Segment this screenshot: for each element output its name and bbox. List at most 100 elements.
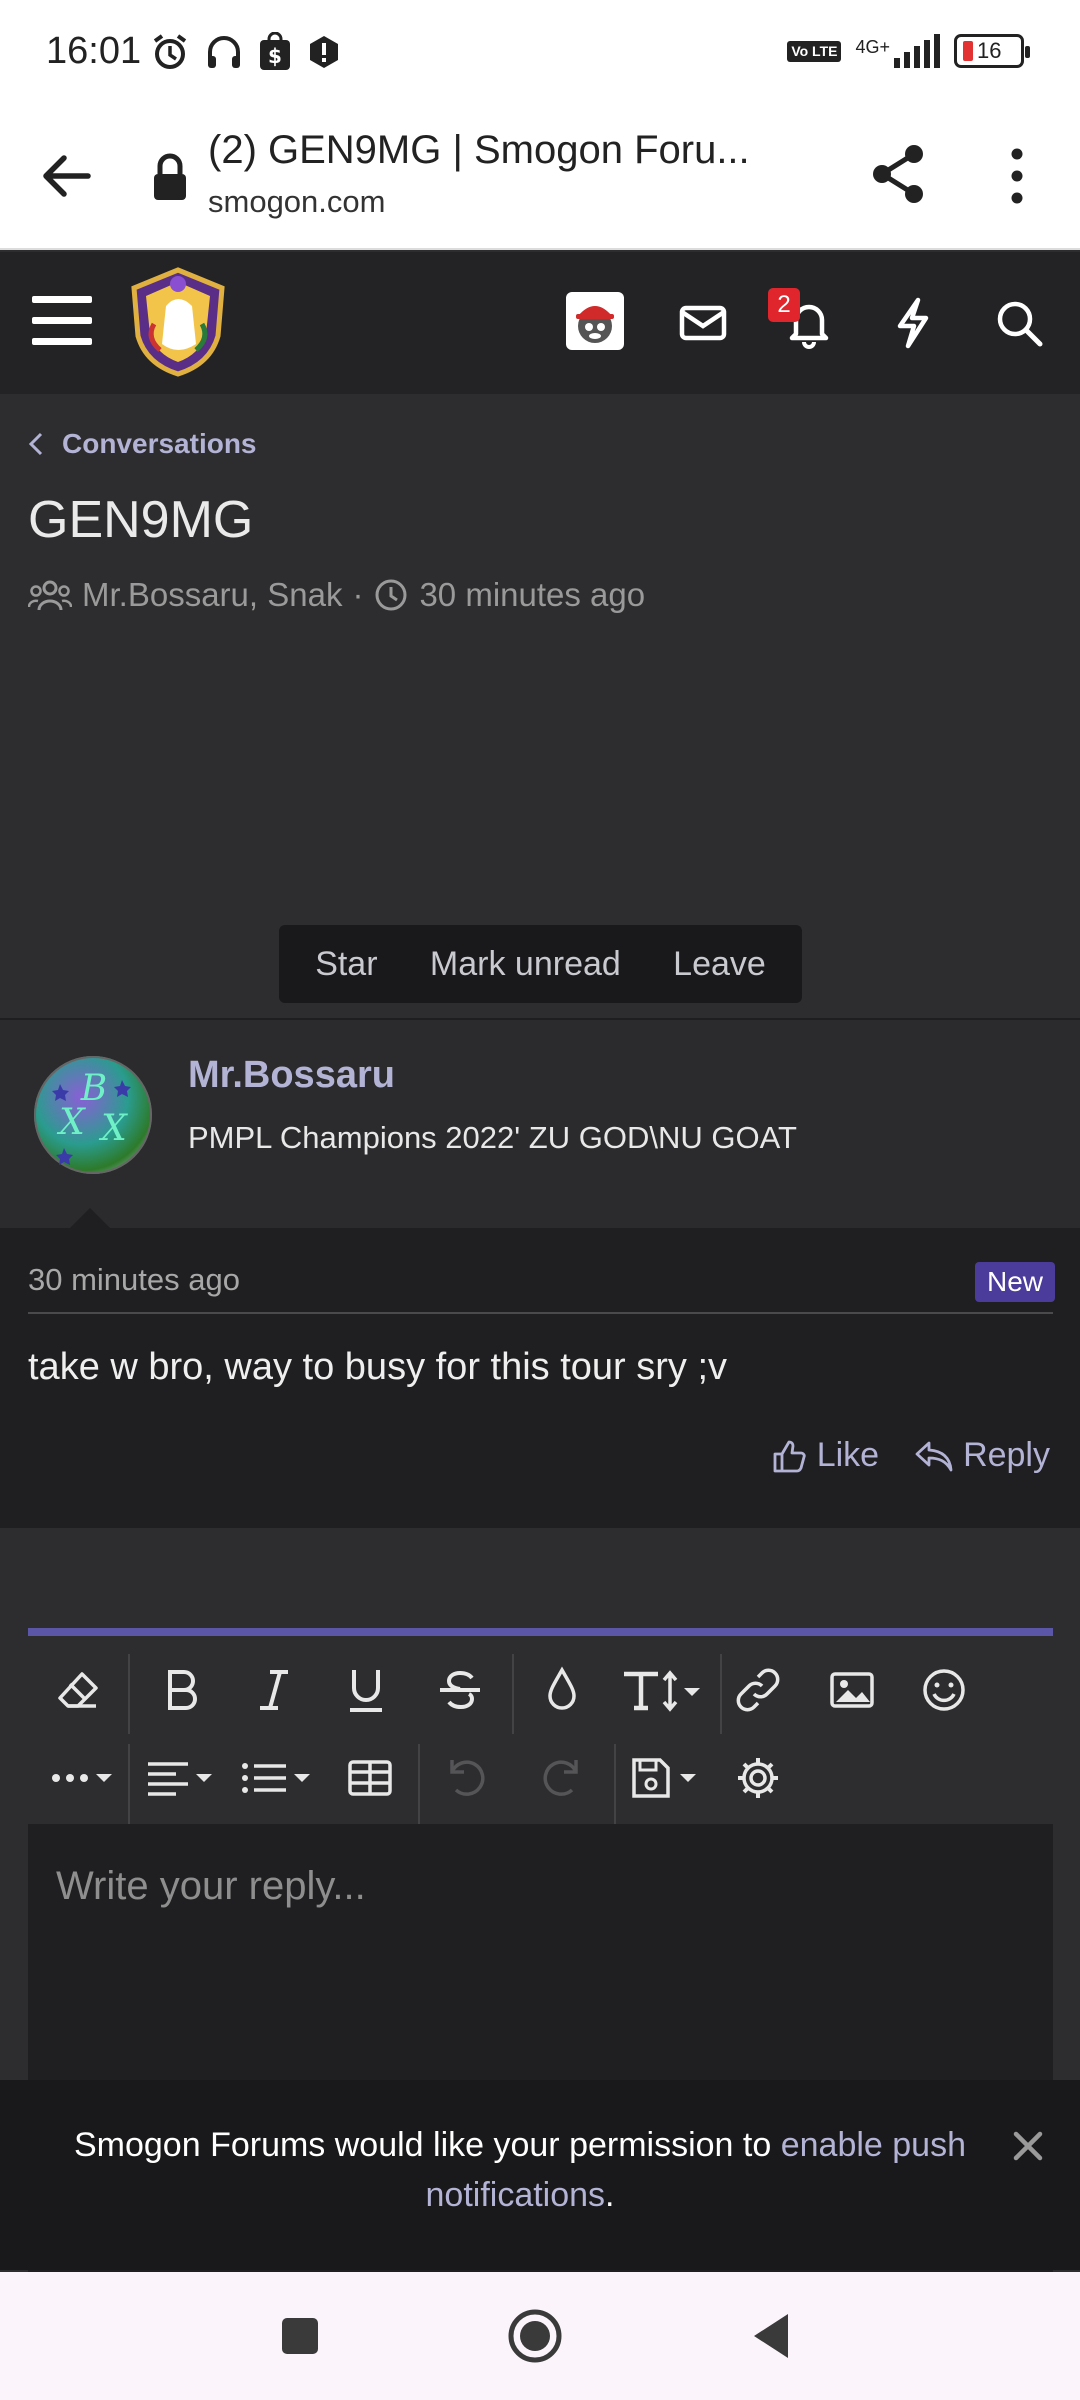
mark-unread-button[interactable]: Mark unread bbox=[430, 945, 621, 984]
mail-icon[interactable] bbox=[672, 292, 734, 354]
author-name[interactable]: Mr.Bossaru bbox=[188, 1054, 395, 1097]
page-title: GEN9MG bbox=[28, 491, 254, 549]
star-button[interactable]: Star bbox=[315, 945, 377, 984]
reply-placeholder: Write your reply... bbox=[56, 1864, 366, 1908]
drafts-button[interactable] bbox=[628, 1748, 704, 1808]
avatar-image: B X X bbox=[52, 1068, 131, 1165]
undo-button[interactable] bbox=[436, 1748, 496, 1808]
avatar-image bbox=[576, 306, 614, 343]
reply-button[interactable]: Reply bbox=[915, 1436, 1050, 1475]
toolbar-separator bbox=[418, 1744, 420, 1824]
home-icon[interactable] bbox=[505, 2306, 565, 2366]
banner-text-before: Smogon Forums would like your permission… bbox=[73, 2126, 781, 2164]
svg-text:X: X bbox=[56, 1102, 86, 1143]
battery-icon: 16 bbox=[954, 34, 1030, 68]
strikethrough-icon bbox=[440, 1670, 480, 1710]
user-avatar[interactable] bbox=[566, 292, 624, 350]
message-body: 30 minutes ago New take w bro, way to bu… bbox=[0, 1228, 1080, 1528]
image-icon bbox=[830, 1672, 874, 1708]
banner-text-after: . bbox=[605, 2176, 615, 2214]
chevron-left-icon bbox=[28, 432, 43, 456]
strikethrough-button[interactable] bbox=[430, 1660, 490, 1720]
toolbar-separator bbox=[128, 1744, 130, 1824]
message-time[interactable]: 30 minutes ago bbox=[28, 1262, 240, 1298]
italic-button[interactable] bbox=[244, 1660, 304, 1720]
like-button[interactable]: Like bbox=[771, 1436, 879, 1475]
toolbar-separator bbox=[512, 1654, 514, 1734]
toolbar-separator bbox=[128, 1654, 130, 1734]
message-pointer bbox=[68, 1208, 112, 1230]
recents-icon[interactable] bbox=[270, 2306, 330, 2366]
gear-icon bbox=[738, 1758, 778, 1798]
close-icon[interactable] bbox=[1010, 2128, 1046, 2164]
reply-label: Reply bbox=[963, 1436, 1050, 1474]
text-color-button[interactable] bbox=[532, 1660, 592, 1720]
status-icons: $ bbox=[150, 32, 342, 72]
like-label: Like bbox=[816, 1436, 880, 1474]
eraser-icon bbox=[58, 1672, 98, 1708]
breadcrumb[interactable]: Conversations bbox=[28, 428, 257, 460]
leave-button[interactable]: Leave bbox=[673, 945, 766, 984]
participants[interactable]: Mr.Bossaru, Snak bbox=[82, 576, 342, 614]
headphones-icon bbox=[208, 36, 240, 68]
push-permission-banner: Smogon Forums would like your permission… bbox=[0, 2080, 1080, 2270]
list-button[interactable] bbox=[238, 1748, 318, 1808]
align-left-icon bbox=[148, 1762, 212, 1796]
more-options-button[interactable] bbox=[48, 1748, 120, 1808]
editor-settings-button[interactable] bbox=[728, 1748, 788, 1808]
insert-emoji-button[interactable] bbox=[914, 1660, 974, 1720]
ellipsis-icon bbox=[52, 1774, 112, 1782]
lock-icon[interactable] bbox=[150, 152, 190, 202]
table-icon bbox=[348, 1760, 392, 1796]
insert-table-button[interactable] bbox=[340, 1748, 400, 1808]
back-arrow-icon[interactable] bbox=[36, 146, 96, 206]
tab-title[interactable]: (2) GEN9MG | Smogon Foru... bbox=[208, 128, 798, 173]
toolbar-separator bbox=[720, 1654, 722, 1734]
author-avatar[interactable]: B X X bbox=[34, 1056, 152, 1174]
bold-icon bbox=[168, 1670, 197, 1710]
message-actions: Like Reply bbox=[771, 1436, 1050, 1475]
insert-image-button[interactable] bbox=[822, 1660, 882, 1720]
redo-button[interactable] bbox=[532, 1748, 592, 1808]
meta-separator: · bbox=[352, 576, 364, 613]
menu-icon[interactable] bbox=[32, 296, 92, 348]
users-icon bbox=[28, 580, 72, 611]
url-text[interactable]: smogon.com bbox=[208, 184, 385, 220]
network-type: 4G+ bbox=[855, 37, 890, 57]
insert-link-button[interactable] bbox=[728, 1660, 788, 1720]
notification-badge[interactable]: 2 bbox=[768, 288, 800, 322]
font-size-button[interactable] bbox=[620, 1660, 710, 1720]
banner-text: Smogon Forums would like your permission… bbox=[40, 2120, 1000, 2220]
alarm-icon bbox=[153, 34, 187, 69]
underline-button[interactable] bbox=[336, 1660, 396, 1720]
redo-icon bbox=[543, 1760, 578, 1796]
list-icon bbox=[242, 1763, 310, 1793]
browser-toolbar: (2) GEN9MG | Smogon Foru... smogon.com bbox=[0, 104, 1080, 250]
volte-indicator: Vo LTE bbox=[787, 40, 842, 62]
editor-toolbar bbox=[28, 1644, 1053, 1824]
link-icon bbox=[736, 1668, 780, 1712]
breadcrumb-conversations[interactable]: Conversations bbox=[62, 428, 257, 460]
forum-header bbox=[0, 252, 1080, 394]
more-vert-icon[interactable] bbox=[1000, 146, 1034, 206]
spacer bbox=[0, 1528, 1080, 1600]
lightning-icon[interactable] bbox=[882, 292, 944, 354]
battery-percent: 16 bbox=[977, 38, 1002, 63]
status-right: Vo LTE 4G+ 16 bbox=[787, 34, 1030, 68]
remove-format-button[interactable] bbox=[48, 1660, 108, 1720]
alert-icon bbox=[310, 36, 338, 68]
conversation-meta: Mr.Bossaru, Snak · 30 minutes ago bbox=[28, 576, 645, 614]
thumbs-up-icon bbox=[773, 1440, 806, 1472]
bold-button[interactable] bbox=[152, 1660, 212, 1720]
message-divider bbox=[28, 1312, 1053, 1314]
share-icon[interactable] bbox=[868, 142, 928, 206]
align-button[interactable] bbox=[144, 1748, 220, 1808]
save-icon bbox=[632, 1758, 696, 1798]
svg-text:X: X bbox=[98, 1108, 128, 1149]
new-badge: New bbox=[975, 1262, 1055, 1302]
system-nav-bar bbox=[0, 2272, 1080, 2400]
smiley-icon bbox=[923, 1669, 965, 1711]
smogon-logo-icon[interactable] bbox=[126, 266, 230, 378]
back-triangle-icon[interactable] bbox=[742, 2306, 802, 2366]
search-icon[interactable] bbox=[988, 292, 1050, 354]
